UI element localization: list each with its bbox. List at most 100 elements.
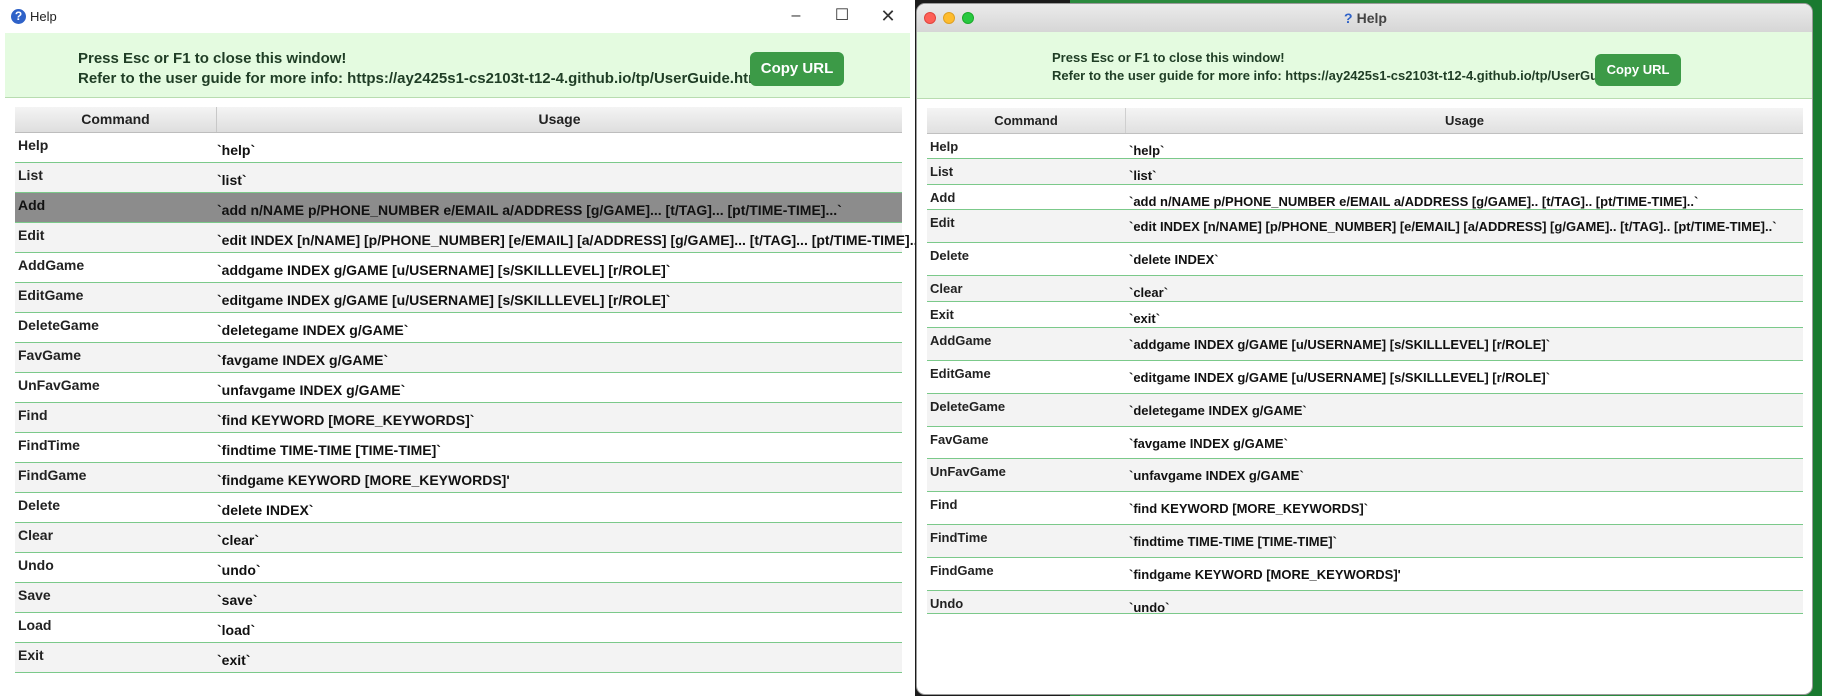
- usage-cell: `list`: [1129, 168, 1157, 183]
- command-cell: DeleteGame: [18, 317, 99, 333]
- usage-cell: `favgame INDEX g/GAME`: [217, 352, 389, 368]
- table-row[interactable]: AddGame `addgame INDEX g/GAME [u/USERNAME…: [927, 328, 1803, 361]
- command-cell: FindGame: [18, 467, 87, 483]
- table-row[interactable]: FavGame `favgame INDEX g/GAME`: [15, 343, 902, 373]
- table-row[interactable]: Find `find KEYWORD [MORE_KEYWORDS]`: [927, 492, 1803, 525]
- usage-cell: `add n/NAME p/PHONE_NUMBER e/EMAIL a/ADD…: [1129, 194, 1699, 209]
- usage-cell: `unfavgame INDEX g/GAME`: [1129, 468, 1304, 483]
- table-row[interactable]: Exit `exit`: [15, 643, 902, 673]
- column-header-usage[interactable]: Usage: [1126, 108, 1803, 133]
- table-row[interactable]: FavGame `favgame INDEX g/GAME`: [927, 427, 1803, 459]
- help-message-line1: Press Esc or F1 to close this window!: [78, 50, 347, 67]
- help-banner: Press Esc or F1 to close this window! Re…: [917, 32, 1812, 99]
- table-row[interactable]: FindGame `findgame KEYWORD [MORE_KEYWORDS…: [927, 558, 1803, 591]
- command-cell: FavGame: [930, 432, 989, 447]
- table-row[interactable]: Clear `clear`: [15, 523, 902, 553]
- command-cell: Exit: [930, 307, 954, 322]
- command-cell: List: [18, 167, 43, 183]
- table-row[interactable]: Exit `exit`: [927, 302, 1803, 328]
- table-row[interactable]: Clear `clear`: [927, 276, 1803, 302]
- column-header-command[interactable]: Command: [15, 107, 217, 132]
- command-cell: FindGame: [930, 563, 994, 578]
- usage-cell: `editgame INDEX g/GAME [u/USERNAME] [s/S…: [1129, 370, 1551, 385]
- table-row[interactable]: Load `load`: [15, 613, 902, 643]
- command-cell: List: [930, 164, 954, 179]
- command-cell: AddGame: [18, 257, 85, 273]
- usage-cell: `edit INDEX [n/NAME] [p/PHONE_NUMBER] [e…: [1129, 219, 1777, 234]
- command-cell: EditGame: [18, 287, 84, 303]
- command-cell: Help: [930, 139, 959, 154]
- help-message-line1: Press Esc or F1 to close this window!: [1052, 50, 1285, 65]
- title-bar[interactable]: ? Help – ☐ ✕: [0, 0, 915, 33]
- command-cell: EditGame: [930, 366, 991, 381]
- copy-url-button[interactable]: Copy URL: [1595, 54, 1681, 86]
- table-row[interactable]: Undo `undo`: [927, 591, 1803, 615]
- usage-cell: `editgame INDEX g/GAME [u/USERNAME] [s/S…: [217, 292, 671, 308]
- command-cell: Clear: [18, 527, 54, 543]
- table-row[interactable]: List `list`: [15, 163, 902, 193]
- table-row[interactable]: UnFavGame `unfavgame INDEX g/GAME`: [15, 373, 902, 403]
- table-row[interactable]: Add `add n/NAME p/PHONE_NUMBER e/EMAIL a/…: [15, 193, 902, 223]
- table-row[interactable]: Find `find KEYWORD [MORE_KEYWORDS]`: [15, 403, 902, 433]
- table-header: Command Usage: [15, 107, 902, 133]
- usage-cell: `findtime TIME-TIME [TIME-TIME]`: [217, 442, 441, 458]
- column-header-command[interactable]: Command: [927, 108, 1126, 133]
- table-row[interactable]: FindTime `findtime TIME-TIME [TIME-TIME]`: [927, 525, 1803, 558]
- close-button[interactable]: ✕: [868, 4, 908, 28]
- table-row[interactable]: UnFavGame `unfavgame INDEX g/GAME`: [927, 459, 1803, 492]
- help-message-line2: Refer to the user guide for more info: h…: [1052, 68, 1648, 83]
- minimize-button[interactable]: –: [776, 4, 816, 28]
- command-cell: Delete: [18, 497, 61, 513]
- usage-cell: `findgame KEYWORD [MORE_KEYWORDS]': [1129, 567, 1401, 582]
- command-cell: Delete: [930, 248, 970, 263]
- table-row[interactable]: Help `help`: [927, 134, 1803, 159]
- command-cell: Clear: [930, 281, 963, 296]
- command-table: Command Usage Help `help` List `list` Add `ad…: [927, 108, 1803, 693]
- table-body: Help `help` List `list` Add `add n/NAME p/PHO…: [15, 133, 915, 673]
- usage-cell: `findgame KEYWORD [MORE_KEYWORDS]': [217, 472, 510, 488]
- table-row[interactable]: List `list`: [927, 159, 1803, 185]
- command-cell: Find: [18, 407, 48, 423]
- help-banner: Press Esc or F1 to close this window! Re…: [5, 33, 910, 98]
- table-row[interactable]: DeleteGame `deletegame INDEX g/GAME`: [15, 313, 902, 343]
- command-cell: Add: [930, 190, 956, 205]
- copy-url-button[interactable]: Copy URL: [750, 52, 844, 86]
- usage-cell: `delete INDEX`: [217, 502, 314, 518]
- window-title: ? Help: [917, 4, 1812, 32]
- usage-cell: `load`: [217, 622, 256, 638]
- table-row[interactable]: EditGame `editgame INDEX g/GAME [u/USERNA…: [927, 361, 1803, 394]
- command-table: Command Usage Help `help` List `list` Add `ad…: [15, 107, 915, 682]
- table-row[interactable]: EditGame `editgame INDEX g/GAME [u/USERNA…: [15, 283, 902, 313]
- table-row[interactable]: Edit `edit INDEX [n/NAME] [p/PHONE_NUMBER…: [15, 223, 915, 253]
- question-icon: ?: [1344, 10, 1353, 26]
- table-row[interactable]: Undo `undo`: [15, 553, 902, 583]
- usage-cell: `exit`: [217, 652, 251, 668]
- table-row[interactable]: Edit `edit INDEX [n/NAME] [p/PHONE_NUMBER…: [927, 210, 1803, 243]
- table-row[interactable]: Add `add n/NAME p/PHONE_NUMBER e/EMAIL a/…: [927, 185, 1803, 210]
- usage-cell: `add n/NAME p/PHONE_NUMBER e/EMAIL a/ADD…: [217, 202, 842, 218]
- command-cell: Undo: [930, 596, 964, 611]
- table-row[interactable]: AddGame `addgame INDEX g/GAME [u/USERNAME…: [15, 253, 902, 283]
- usage-cell: `clear`: [1129, 285, 1169, 300]
- usage-cell: `help`: [217, 142, 256, 158]
- table-row[interactable]: Help `help`: [15, 133, 902, 163]
- usage-cell: `find KEYWORD [MORE_KEYWORDS]`: [1129, 501, 1369, 516]
- table-row[interactable]: Save `save`: [15, 583, 902, 613]
- maximize-button[interactable]: ☐: [822, 4, 862, 28]
- usage-cell: `edit INDEX [n/NAME] [p/PHONE_NUMBER] [e…: [217, 232, 915, 248]
- usage-cell: `help`: [1129, 143, 1165, 158]
- table-row[interactable]: FindGame `findgame KEYWORD [MORE_KEYWORDS…: [15, 463, 902, 493]
- table-row[interactable]: Delete `delete INDEX`: [927, 243, 1803, 276]
- usage-cell: `undo`: [217, 562, 261, 578]
- usage-cell: `save`: [217, 592, 258, 608]
- command-cell: DeleteGame: [930, 399, 1006, 414]
- usage-cell: `exit`: [1129, 311, 1161, 326]
- usage-cell: `find KEYWORD [MORE_KEYWORDS]`: [217, 412, 475, 428]
- table-row[interactable]: FindTime `findtime TIME-TIME [TIME-TIME]`: [15, 433, 902, 463]
- title-bar[interactable]: ? Help: [917, 4, 1812, 33]
- column-header-usage[interactable]: Usage: [217, 107, 902, 132]
- table-row[interactable]: DeleteGame `deletegame INDEX g/GAME`: [927, 394, 1803, 427]
- command-cell: Edit: [18, 227, 45, 243]
- command-cell: UnFavGame: [930, 464, 1006, 479]
- table-row[interactable]: Delete `delete INDEX`: [15, 493, 902, 523]
